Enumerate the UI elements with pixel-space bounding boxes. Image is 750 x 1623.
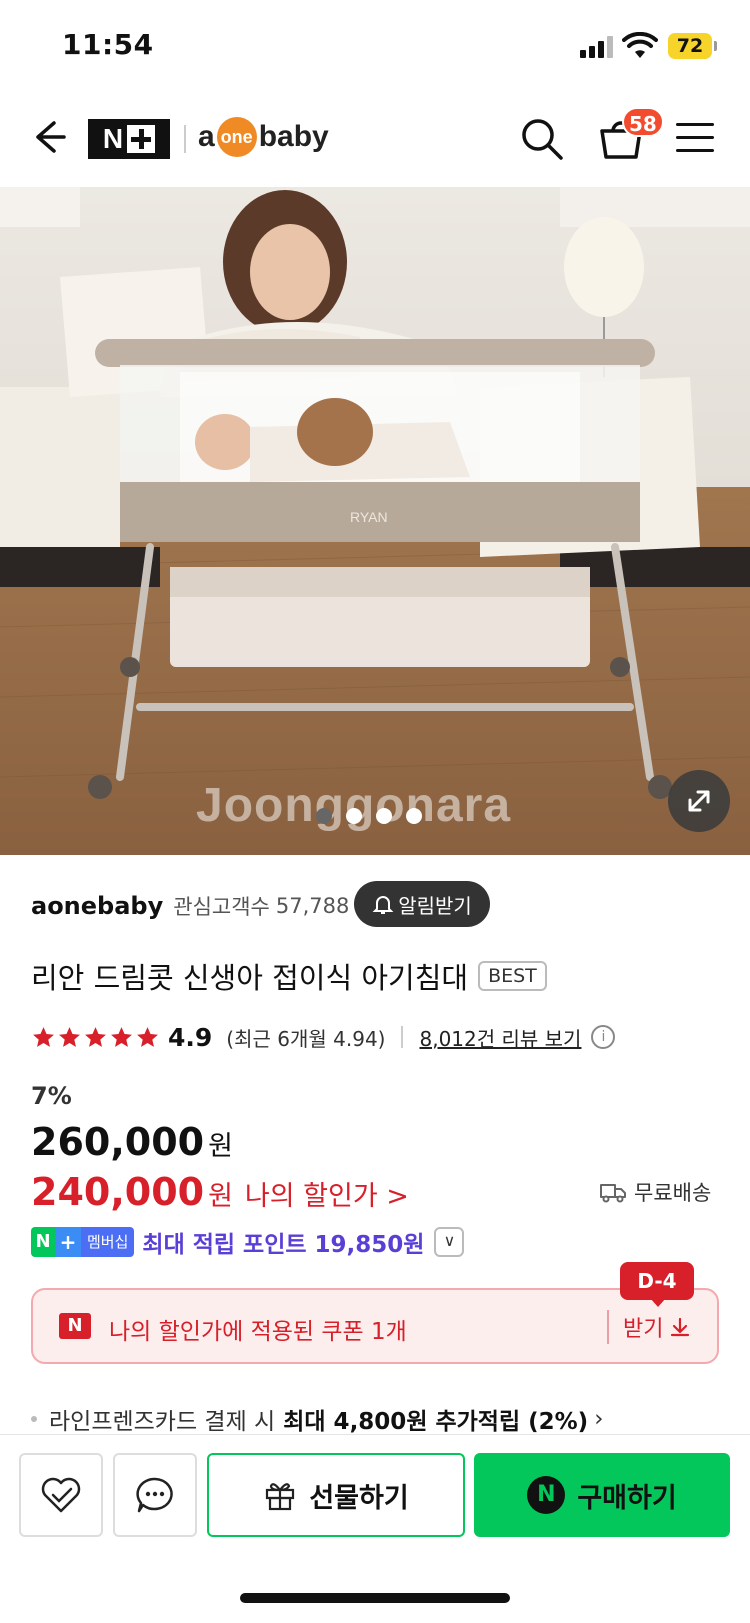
- shipping-label: 무료배송: [634, 1181, 712, 1205]
- nplus-plus-mark: [127, 125, 156, 153]
- original-price-row: 260,000 원: [31, 1120, 233, 1164]
- cellular-signal-icon: [580, 36, 614, 58]
- brand-logo-one: one: [216, 117, 257, 157]
- my-discount-price-link[interactable]: 나의 할인가 >: [245, 1174, 409, 1213]
- truck-icon: [600, 1184, 626, 1203]
- back-arrow-icon[interactable]: [24, 113, 72, 161]
- gallery-dot[interactable]: [406, 808, 422, 824]
- heart-check-icon: [41, 1477, 81, 1513]
- brand-logo-a: a: [198, 120, 215, 153]
- sale-price: 240,000: [31, 1170, 205, 1214]
- gallery-dots[interactable]: [316, 808, 422, 824]
- sale-price-unit: 원: [208, 1181, 233, 1212]
- bullet: [31, 1416, 37, 1422]
- discount-rate: 7%: [31, 1082, 72, 1110]
- recent-rating: (최근 6개월 4.94): [226, 1026, 386, 1051]
- free-shipping: 무료배송: [600, 1177, 711, 1207]
- rating-row: 4.9 (최근 6개월 4.94) 8,012건 리뷰 보기 i: [31, 1020, 616, 1054]
- wishlist-button[interactable]: [19, 1453, 103, 1537]
- star-icon: [85, 1026, 106, 1047]
- nplus-n-mark: N: [102, 123, 124, 154]
- dday-badge-tail: [650, 1298, 666, 1307]
- notify-label: 알림받기: [398, 893, 472, 918]
- gift-button[interactable]: 선물하기: [207, 1453, 465, 1537]
- star-icon: [59, 1026, 80, 1047]
- notify-button[interactable]: 알림받기: [354, 881, 490, 927]
- brand-logo-baby: baby: [258, 120, 329, 153]
- status-time: 11:54: [62, 28, 154, 61]
- rating-separator: [401, 1026, 404, 1048]
- coupon-n-mark: N: [59, 1313, 91, 1339]
- nplus-store-logo[interactable]: N: [88, 119, 170, 159]
- chat-bubble-icon: [136, 1477, 173, 1513]
- watermark: Joonggonara: [196, 779, 512, 832]
- bottom-action-bar: 선물하기 N 구매하기: [0, 1434, 750, 1623]
- store-info-row: aonebaby 관심고객수 57,788: [31, 884, 349, 928]
- hamburger-menu-icon[interactable]: [674, 119, 716, 155]
- star-icon: [33, 1026, 54, 1047]
- battery-icon: 72: [668, 33, 712, 59]
- bell-plus-icon: [372, 896, 394, 914]
- battery-tip: [714, 41, 717, 51]
- buy-button[interactable]: N 구매하기: [474, 1453, 730, 1537]
- star-icon: [111, 1026, 132, 1047]
- membership-badge-plus: +: [55, 1227, 81, 1257]
- gift-icon: [266, 1483, 295, 1511]
- coupon-text: 나의 할인가에 적용된 쿠폰 1개: [109, 1319, 407, 1345]
- naver-pay-n-icon: N: [527, 1476, 566, 1514]
- membership-badge: N + 멤버십: [31, 1227, 135, 1257]
- talktalk-button[interactable]: [113, 1453, 197, 1537]
- gallery-dot[interactable]: [316, 808, 332, 824]
- download-icon: [671, 1317, 690, 1337]
- search-icon[interactable]: [518, 115, 566, 163]
- product-image-gallery[interactable]: RYAN Joonggonara: [0, 187, 750, 855]
- logo-divider: [184, 125, 186, 153]
- status-bar: 11:54 72: [0, 0, 750, 95]
- home-indicator: [240, 1593, 510, 1603]
- buy-label: 구매하기: [577, 1482, 677, 1514]
- chevron-down-icon[interactable]: ∨: [434, 1227, 465, 1257]
- star-icon: [137, 1026, 158, 1047]
- original-price-unit: 원: [208, 1131, 233, 1162]
- aonebaby-brand-logo[interactable]: a one baby: [198, 115, 329, 159]
- wifi-icon: [622, 32, 658, 58]
- membership-badge-text: 멤버십: [81, 1227, 135, 1257]
- best-badge: BEST: [478, 961, 547, 991]
- product-title: 리안 드림콧 신생아 접이식 아기침대: [31, 961, 469, 995]
- gallery-dot[interactable]: [376, 808, 392, 824]
- header-nav: N a one baby 58: [0, 95, 750, 187]
- expand-icon[interactable]: [668, 770, 730, 832]
- sale-price-row: 240,000 원 나의 할인가 >: [31, 1170, 409, 1214]
- coupon-receive-button[interactable]: 받기: [623, 1311, 691, 1343]
- rating-value: 4.9: [168, 1022, 213, 1052]
- followers-label: 관심고객수: [173, 895, 270, 919]
- reviews-link[interactable]: 8,012건 리뷰 보기: [419, 1023, 581, 1052]
- cart-count-badge: 58: [622, 107, 664, 137]
- chevron-right-icon: ›: [594, 1406, 604, 1432]
- card-benefit-amount: 최대 4,800원 추가적립 (2%): [283, 1409, 589, 1435]
- gift-label: 선물하기: [309, 1482, 409, 1514]
- store-name[interactable]: aonebaby: [31, 892, 163, 920]
- crib-brand-mark: RYAN: [350, 509, 388, 525]
- max-points-text: 최대 적립 포인트 19,850원: [142, 1232, 425, 1258]
- followers-count: 57,788: [275, 894, 350, 918]
- product-photo: RYAN: [0, 187, 750, 855]
- membership-badge-n: N: [31, 1227, 55, 1257]
- card-benefit-row[interactable]: 라인프렌즈카드 결제 시 최대 4,800원 추가적립 (2%) ›: [31, 1402, 603, 1436]
- product-title-row: 리안 드림콧 신생아 접이식 아기침대 BEST: [31, 955, 547, 997]
- coupon-separator: [607, 1310, 609, 1344]
- coupon-receive-label: 받기: [623, 1317, 664, 1342]
- original-price: 260,000: [31, 1120, 205, 1164]
- card-benefit-prefix: 라인프렌즈카드 결제 시: [49, 1409, 276, 1435]
- gallery-dot[interactable]: [346, 808, 362, 824]
- dday-badge: D-4: [620, 1262, 694, 1300]
- coupon-box[interactable]: N 나의 할인가에 적용된 쿠폰 1개 받기: [31, 1288, 719, 1364]
- membership-points-row: N + 멤버십 최대 적립 포인트 19,850원 ∨: [31, 1225, 465, 1259]
- rating-stars: [31, 1025, 160, 1050]
- info-icon[interactable]: i: [591, 1025, 616, 1049]
